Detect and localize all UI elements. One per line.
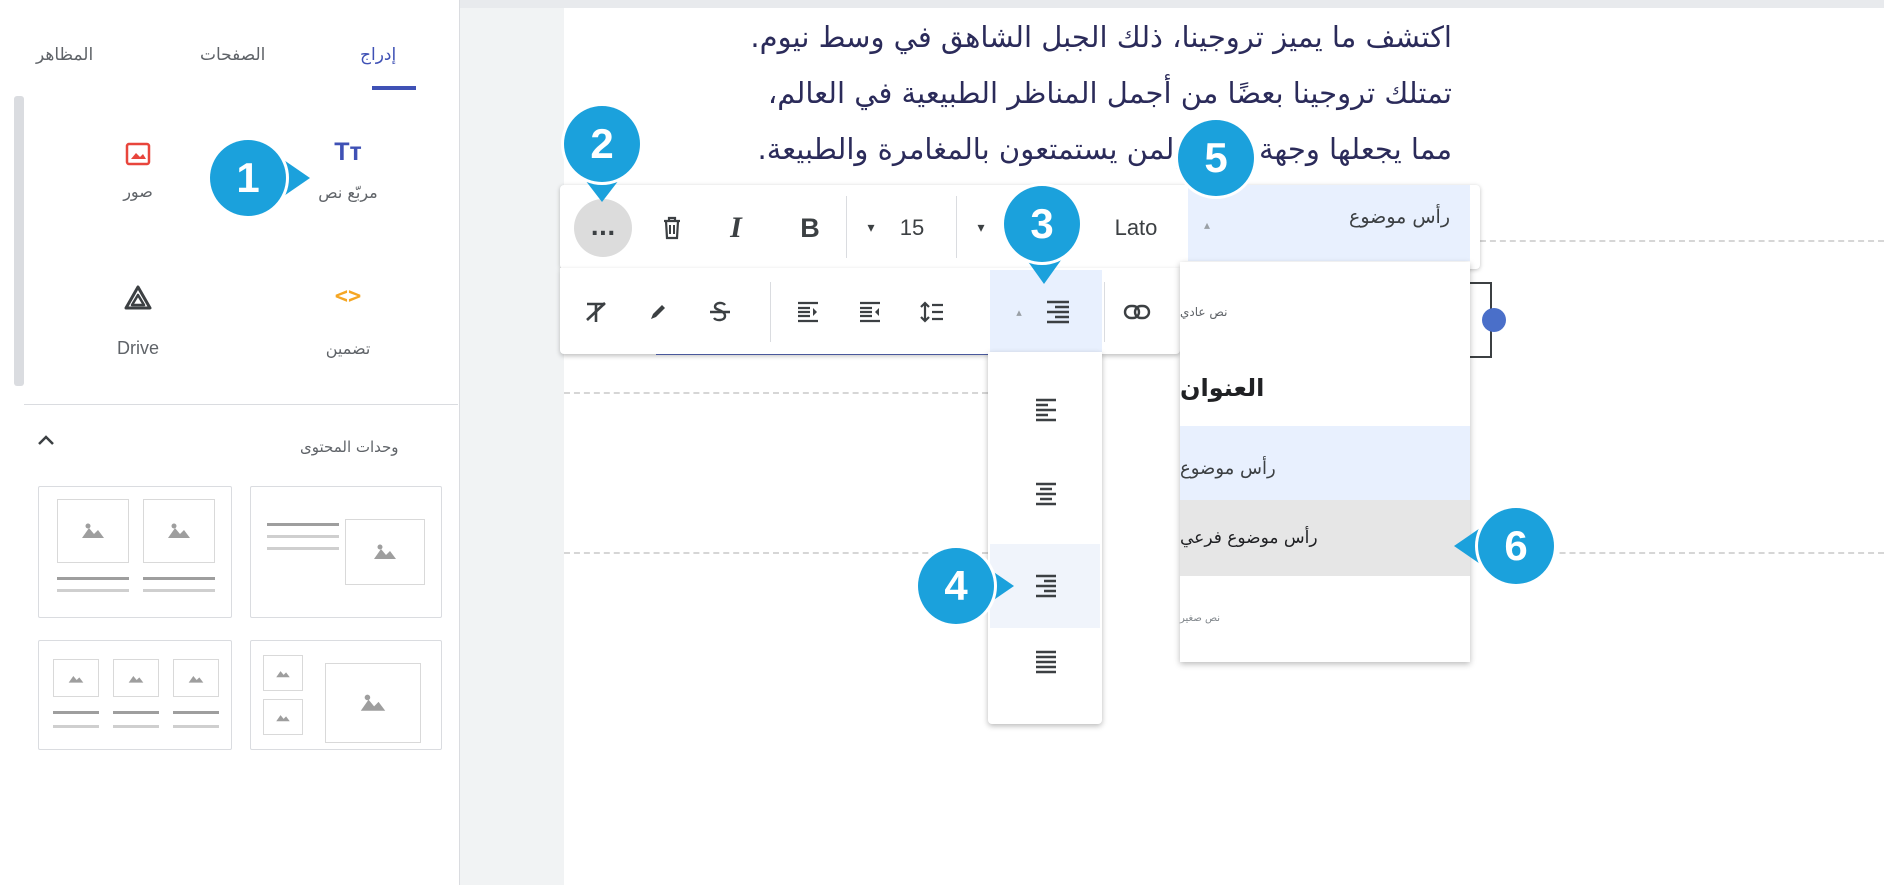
image-placeholder-icon (143, 499, 215, 563)
section-guide (1470, 240, 1884, 242)
tab-insert[interactable]: إدراج (360, 45, 396, 65)
highlight-pen-icon[interactable] (636, 290, 680, 334)
toolbar-separator (1104, 282, 1105, 342)
menu-item-heading[interactable]: رأس موضوع (1180, 426, 1470, 510)
callout-badge-1: 1 (210, 140, 286, 216)
heading-select-value: رأس موضوع (1349, 206, 1450, 228)
image-placeholder-icon (53, 659, 99, 697)
image-placeholder-icon (263, 699, 303, 735)
layout-tile-two-images[interactable] (38, 486, 232, 618)
paragraph-line-3[interactable]: مما يجعلها وجهة مثالية لمن يستمتعون بالم… (757, 132, 1452, 166)
callout-badge-3: 3 (1004, 186, 1080, 262)
toolbar-separator (846, 196, 847, 258)
tab-themes[interactable]: المظاهر (36, 45, 93, 65)
delete-icon[interactable] (650, 206, 694, 250)
panel-divider (24, 404, 458, 405)
toolbar-separator (956, 196, 957, 258)
align-justify-icon[interactable] (1024, 640, 1068, 684)
layout-tile-text-image[interactable] (250, 486, 442, 618)
embed-label: تضمين (325, 339, 371, 358)
menu-item-normal-text[interactable]: نص عادي (1180, 280, 1470, 344)
chevron-up-icon: ▴ (1203, 218, 1211, 232)
drive-icon (78, 284, 198, 316)
clear-formatting-icon[interactable] (574, 290, 618, 334)
paragraph-line-1[interactable]: اكتشف ما يميز تروجينا، ذلك الجبل الشاهق … (750, 20, 1452, 54)
font-name-value[interactable]: Lato (1100, 206, 1172, 250)
font-size-dropdown-icon[interactable]: ▾ (856, 206, 886, 250)
layout-tile-three-images[interactable] (38, 640, 232, 750)
paragraph-line-2[interactable]: تمتلك تروجينا بعضًا من أجمل المناظر الطب… (768, 76, 1452, 110)
callout-badge-5: 5 (1178, 120, 1254, 196)
indent-decrease-icon[interactable] (848, 290, 892, 334)
image-placeholder-icon (263, 655, 303, 691)
insert-drive-button[interactable]: Drive (78, 282, 198, 382)
callout-badge-6: 6 (1478, 508, 1554, 584)
tab-pages[interactable]: الصفحات (200, 45, 265, 65)
content-blocks-label: وحدات المحتوى (300, 438, 399, 456)
italic-button[interactable]: I (714, 206, 758, 250)
align-right-icon (1036, 290, 1080, 334)
font-size-value[interactable]: 15 (884, 206, 940, 250)
image-placeholder-icon (345, 519, 425, 585)
menu-item-small-text[interactable]: نص صغير (1180, 590, 1470, 646)
link-icon[interactable] (1112, 290, 1162, 334)
indent-increase-icon[interactable] (786, 290, 830, 334)
canvas-top-edge (460, 0, 1884, 8)
align-center-icon[interactable] (1024, 472, 1068, 516)
more-options-button[interactable]: ... (574, 199, 632, 257)
embed-icon: <> (334, 284, 362, 309)
callout-badge-4: 4 (918, 548, 994, 624)
image-icon (78, 142, 198, 170)
insert-embed-button[interactable]: <> تضمين (288, 282, 408, 382)
image-placeholder-icon (113, 659, 159, 697)
side-panel-scrollbar[interactable] (14, 96, 24, 386)
image-placeholder-icon (57, 499, 129, 563)
strikethrough-icon[interactable] (698, 290, 742, 334)
align-right-icon (1024, 564, 1068, 608)
toolbar-separator (770, 282, 771, 342)
resize-handle[interactable] (1482, 308, 1506, 332)
menu-item-title[interactable]: العنوان (1180, 352, 1470, 424)
canvas-gutter (460, 0, 564, 885)
font-dropdown-icon[interactable]: ▾ (966, 206, 996, 250)
section-guide (564, 392, 988, 394)
image-placeholder-icon (325, 663, 421, 743)
active-tab-indicator (372, 86, 416, 90)
drive-label: Drive (116, 338, 159, 358)
bold-button[interactable]: B (788, 206, 832, 250)
images-label: صور (123, 182, 153, 201)
line-spacing-icon[interactable] (910, 290, 954, 334)
section-guide (564, 552, 988, 554)
insert-images-button[interactable]: صور (78, 120, 198, 220)
collapse-chevron-icon[interactable] (36, 428, 56, 452)
callout-badge-2: 2 (564, 106, 640, 182)
layout-tile-image-grid[interactable] (250, 640, 442, 750)
menu-item-subheading[interactable]: رأس موضوع فرعي (1180, 500, 1470, 576)
align-left-icon[interactable] (1024, 388, 1068, 432)
chevron-up-icon: ▴ (1016, 305, 1022, 319)
image-placeholder-icon (173, 659, 219, 697)
